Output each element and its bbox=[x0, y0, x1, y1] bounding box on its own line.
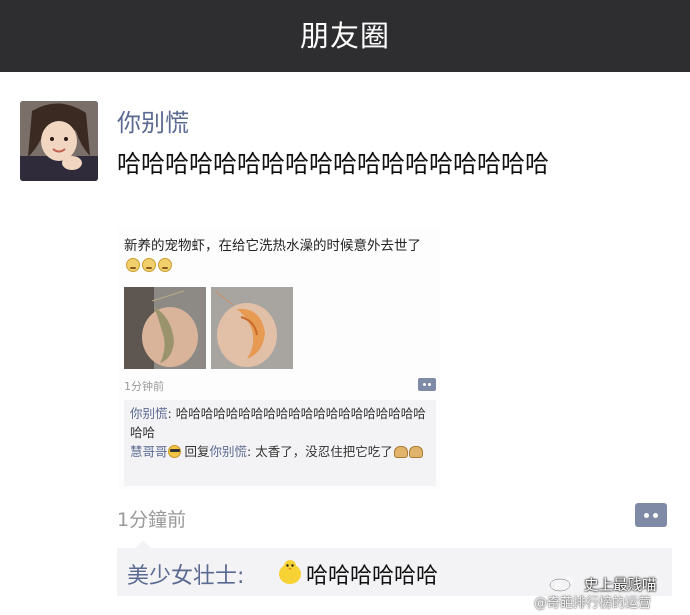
awkward-face-icon bbox=[126, 258, 140, 272]
post-text: 哈哈哈哈哈哈哈哈哈哈哈哈哈哈哈哈哈哈 bbox=[117, 150, 549, 178]
watermark: 史上最贱喵 @奇葩排行榜的运营 bbox=[518, 570, 690, 615]
comment-author: 慧哥哥 bbox=[130, 444, 168, 459]
bread-icon bbox=[393, 446, 408, 458]
sunglasses-face-icon bbox=[167, 445, 181, 458]
comment-author[interactable]: 美少女壮士: bbox=[127, 558, 244, 590]
reply-target: 你别慌 bbox=[209, 444, 248, 459]
comment-more-button[interactable] bbox=[635, 503, 667, 527]
bread-icon bbox=[408, 446, 423, 458]
shared-comment-reply: 慧哥哥 回复你别慌: 太香了，没忍住把它吃了 bbox=[130, 442, 430, 461]
awkward-face-icon bbox=[158, 258, 172, 272]
weibo-logo-icon bbox=[549, 576, 573, 592]
comment-text: 哈哈哈哈哈哈 bbox=[306, 564, 439, 589]
shared-post-text: 新养的宠物虾，在给它洗热水澡的时候意外去世了 bbox=[124, 236, 424, 276]
top-bar: 朋友圈 bbox=[0, 0, 690, 72]
shrimp-photo-2 bbox=[211, 287, 293, 369]
shared-post-time: 1分钟前 bbox=[124, 380, 164, 393]
avatar[interactable] bbox=[20, 101, 98, 181]
comment-text: 太香了，没忍住把它吃了 bbox=[255, 444, 393, 459]
page-title: 朋友圈 bbox=[299, 19, 390, 53]
shared-screenshot: 新养的宠物虾，在给它洗热水澡的时候意外去世了 1分钟前 你别慌: 哈哈哈哈哈哈哈… bbox=[118, 228, 440, 490]
shrimp-photo-1 bbox=[124, 287, 206, 369]
chick-icon bbox=[279, 560, 301, 584]
comment-author: 你别慌 bbox=[130, 406, 168, 421]
awkward-face-icon bbox=[142, 258, 156, 272]
post-time: 1分鐘前 bbox=[117, 509, 187, 531]
shared-comments: 你别慌: 哈哈哈哈哈哈哈哈哈哈哈哈哈哈哈哈哈哈哈哈哈哈 慧哥哥 回复你别慌: 太… bbox=[124, 400, 436, 486]
post-author[interactable]: 你别慌 bbox=[117, 103, 189, 138]
shared-comment: 你别慌: 哈哈哈哈哈哈哈哈哈哈哈哈哈哈哈哈哈哈哈哈哈哈 bbox=[130, 406, 426, 440]
more-icon bbox=[418, 378, 436, 391]
watermark-handle: @奇葩排行榜的运营 bbox=[534, 596, 652, 611]
